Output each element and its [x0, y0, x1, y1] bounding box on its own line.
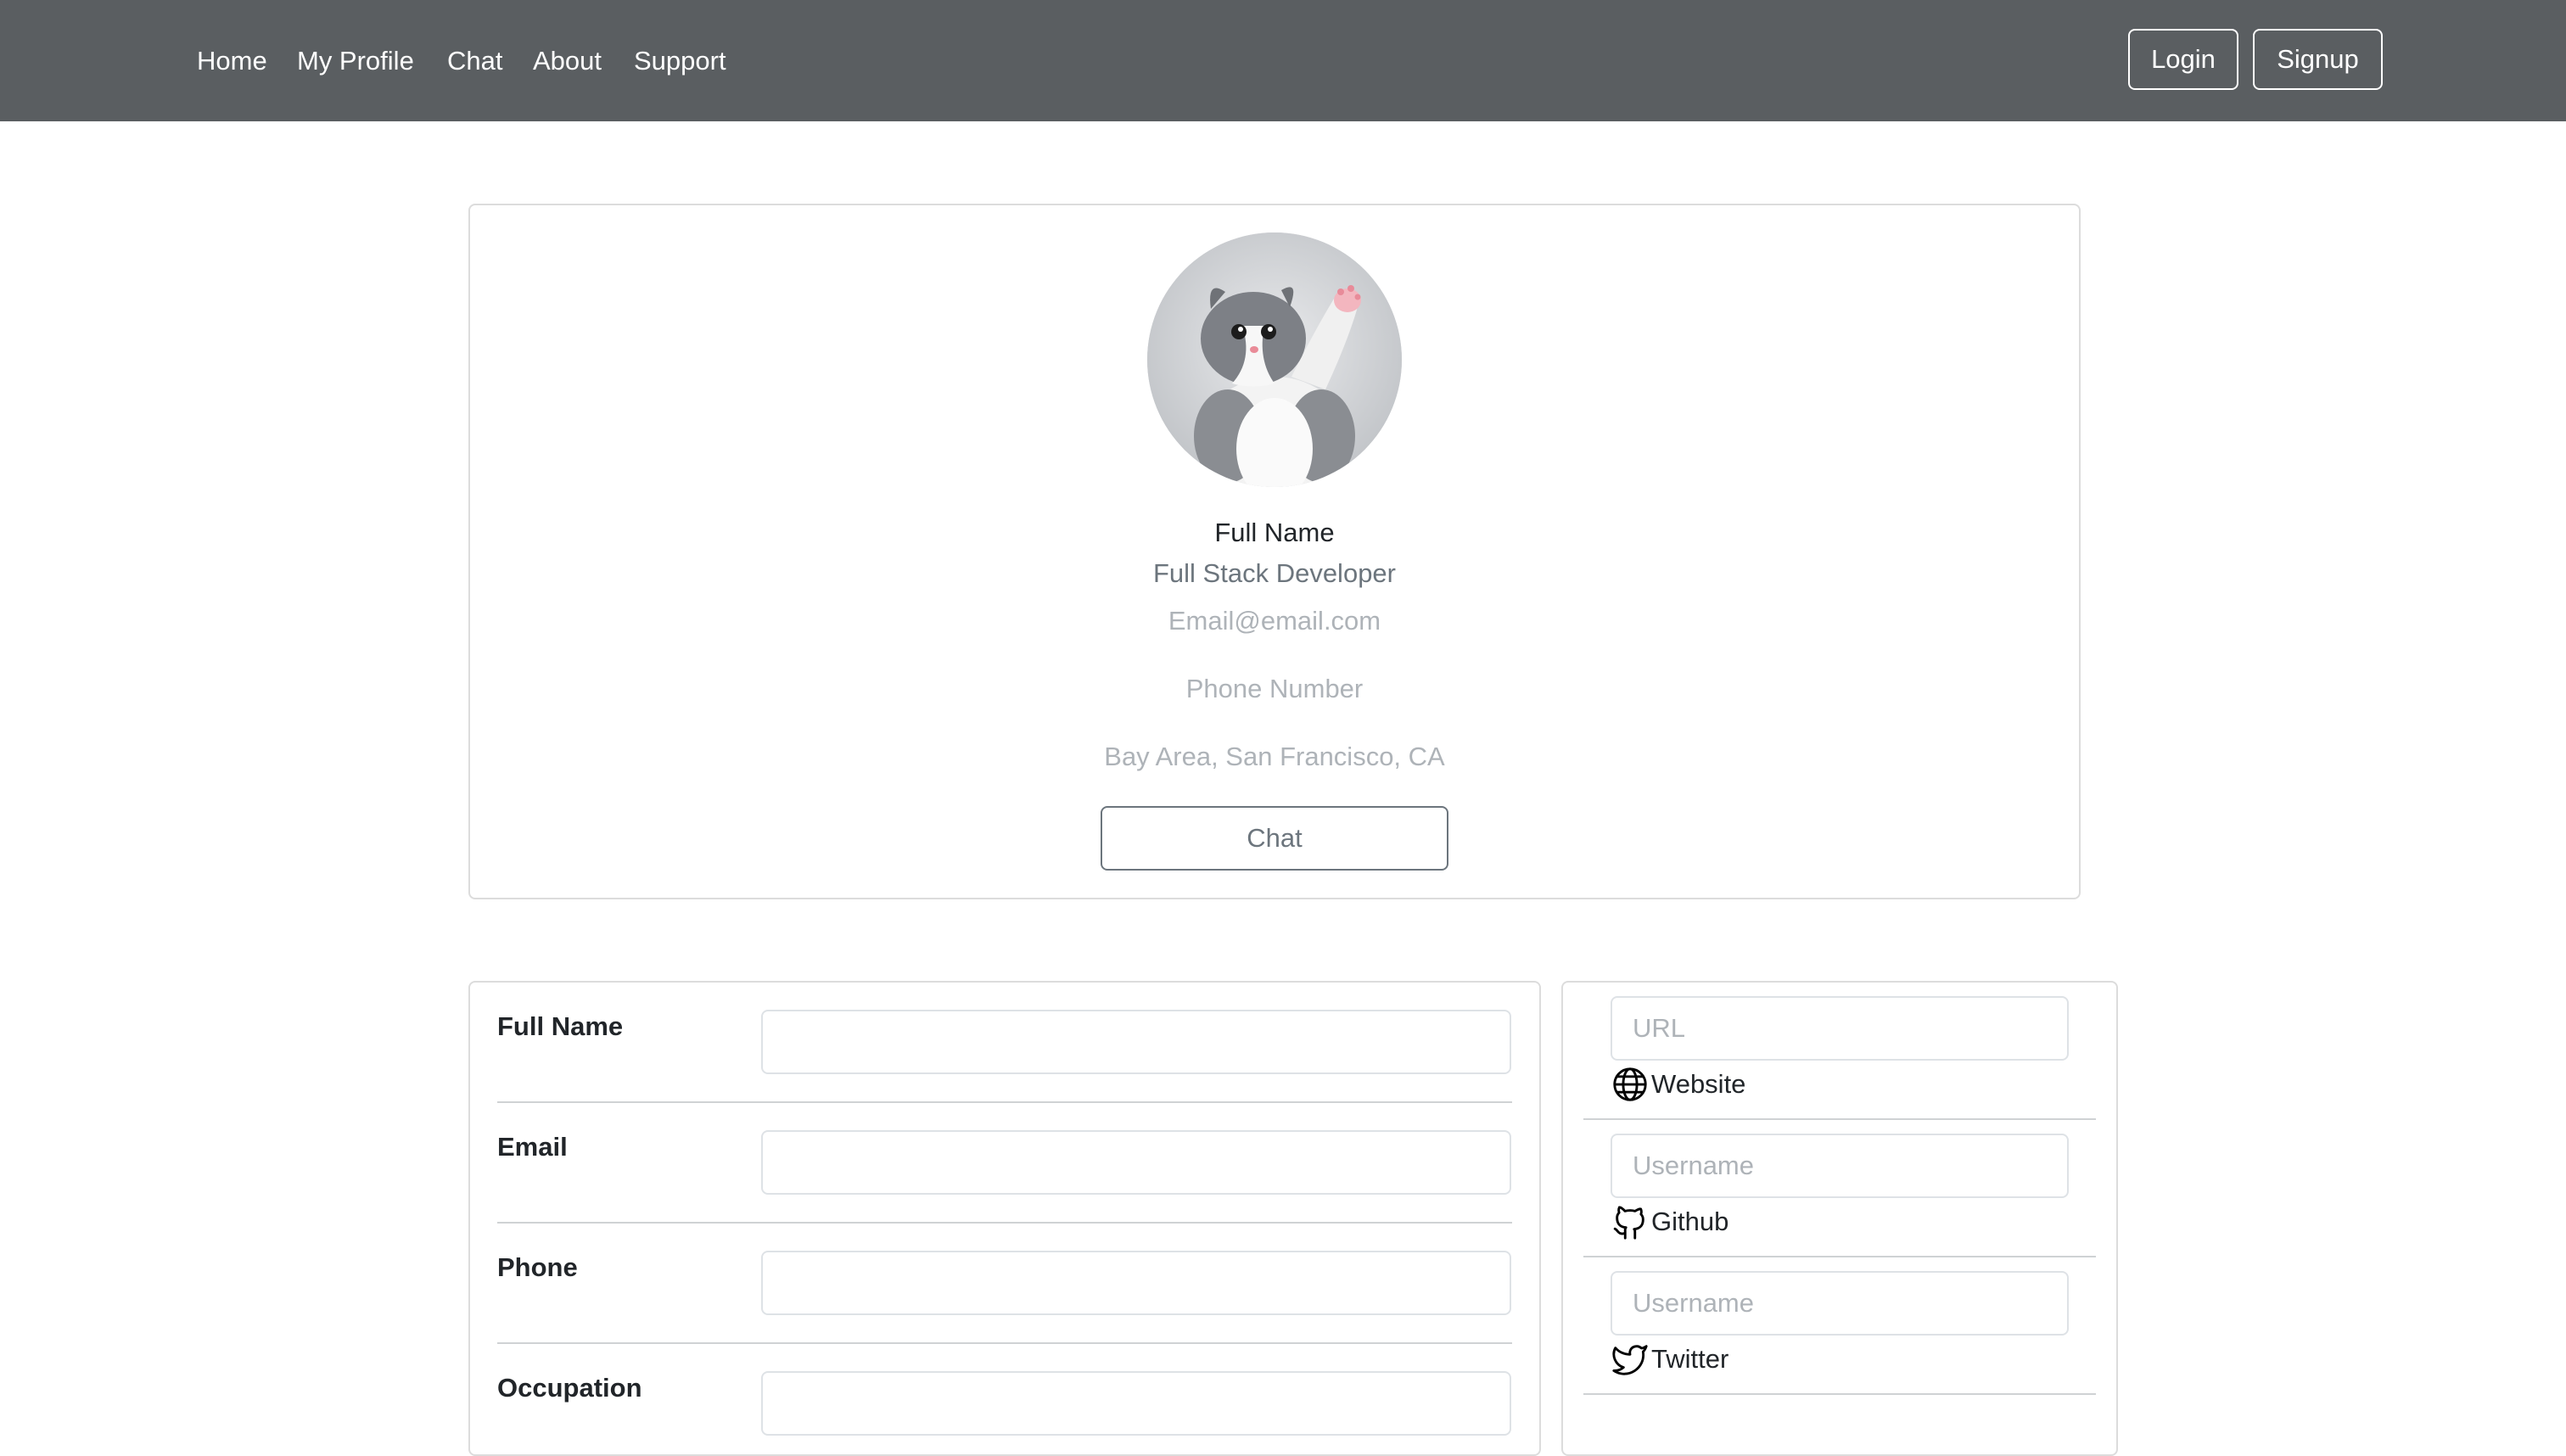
- email-label: Email: [497, 1132, 568, 1162]
- phone-label: Phone: [497, 1252, 578, 1282]
- twitter-label: Twitter: [1651, 1344, 1729, 1374]
- signup-button[interactable]: Signup: [2253, 29, 2383, 90]
- github-icon: [1613, 1206, 1644, 1240]
- social-divider: [1583, 1256, 2096, 1257]
- profile-phone: Phone Number: [1185, 674, 1364, 703]
- kitten-photo-icon: [1147, 232, 1402, 487]
- profile-location: Bay Area, San Francisco, CA: [1104, 742, 1445, 771]
- form-divider: [497, 1342, 1512, 1344]
- full-name-input[interactable]: [761, 1010, 1511, 1074]
- website-label: Website: [1651, 1069, 1746, 1099]
- social-divider: [1583, 1118, 2096, 1120]
- nav-link-chat[interactable]: Chat: [447, 39, 502, 83]
- website-label-row: Website: [1611, 1063, 1745, 1106]
- occupation-label: Occupation: [497, 1373, 642, 1403]
- nav-link-about[interactable]: About: [533, 39, 602, 83]
- nav-link-home[interactable]: Home: [197, 39, 267, 83]
- occupation-input[interactable]: [761, 1371, 1511, 1436]
- profile-full-name: Full Name: [1214, 518, 1335, 547]
- form-divider: [497, 1222, 1512, 1224]
- profile-email: Email@email.com: [1168, 606, 1381, 636]
- github-username-input[interactable]: [1611, 1134, 2069, 1198]
- website-url-input[interactable]: [1611, 996, 2069, 1061]
- login-button[interactable]: Login: [2128, 29, 2238, 90]
- full-name-label: Full Name: [497, 1011, 624, 1041]
- twitter-username-input[interactable]: [1611, 1271, 2069, 1336]
- chat-button[interactable]: Chat: [1101, 806, 1448, 871]
- form-divider: [497, 1101, 1512, 1103]
- globe-icon: [1613, 1067, 1647, 1101]
- avatar: [1147, 232, 1402, 487]
- email-input[interactable]: [761, 1130, 1511, 1195]
- nav-link-my-profile[interactable]: My Profile: [297, 39, 414, 83]
- social-divider: [1583, 1393, 2096, 1395]
- nav-link-support[interactable]: Support: [634, 39, 726, 83]
- github-label: Github: [1651, 1207, 1729, 1236]
- twitter-icon: [1612, 1345, 1648, 1375]
- github-label-row: Github: [1611, 1201, 1728, 1243]
- profile-occupation: Full Stack Developer: [1152, 558, 1396, 588]
- phone-input[interactable]: [761, 1251, 1511, 1315]
- navbar: Home My Profile Chat About Support Login…: [0, 0, 2566, 121]
- twitter-label-row: Twitter: [1611, 1338, 1728, 1380]
